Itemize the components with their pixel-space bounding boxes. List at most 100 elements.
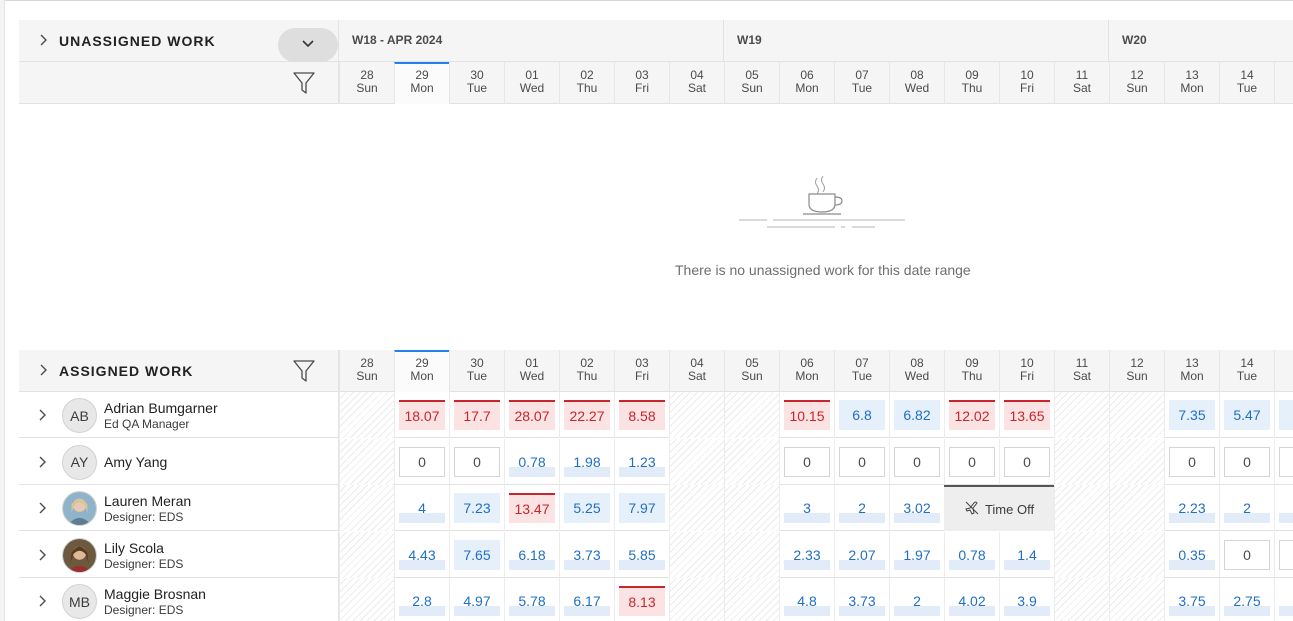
hours-cell[interactable]: 6.18	[504, 531, 559, 578]
hours-cell[interactable]: 0	[889, 438, 944, 485]
hours-cell[interactable]: 2.8	[394, 578, 449, 621]
time-off-block[interactable]: Time Off	[944, 485, 1054, 531]
hours-cell[interactable]: 18.07	[394, 392, 449, 438]
hours-cell[interactable]: 2.23	[1164, 485, 1219, 531]
hours-cell[interactable]: 4	[394, 485, 449, 531]
hours-value: 5.25	[564, 493, 610, 523]
hours-cell[interactable]: 2	[889, 578, 944, 621]
filter-icon[interactable]	[292, 359, 316, 383]
person-name[interactable]: Amy Yang	[104, 454, 167, 470]
hours-cell[interactable]: 5.25	[559, 485, 614, 531]
hours-cell[interactable]: 2	[834, 485, 889, 531]
hours-value: 13.47	[509, 493, 555, 523]
person-name[interactable]: Maggie Brosnan	[104, 586, 206, 602]
expand-row-icon[interactable]	[36, 501, 50, 515]
hours-cell[interactable]: 0	[449, 438, 504, 485]
hours-cell[interactable]: 6	[1274, 392, 1293, 438]
hours-value: 5.78	[509, 586, 555, 616]
hours-value: 2.07	[839, 539, 885, 570]
expand-row-icon[interactable]	[36, 408, 50, 422]
assigned-day-11: 11 Sat	[1054, 350, 1109, 392]
hours-cell[interactable]: 22.27	[559, 392, 614, 438]
hours-cell[interactable]: 3.73	[559, 531, 614, 578]
hours-cell[interactable]	[1274, 578, 1293, 621]
hours-cell[interactable]: 6.17	[559, 578, 614, 621]
hours-cell[interactable]: 4.8	[779, 578, 834, 621]
hours-cell[interactable]: 28.07	[504, 392, 559, 438]
hours-cell[interactable]: 3.73	[834, 578, 889, 621]
day-name: Mon	[410, 369, 434, 383]
hours-cell[interactable]: 6.8	[834, 392, 889, 438]
hours-cell[interactable]: 0.78	[504, 438, 559, 485]
hours-cell[interactable]: 2.33	[779, 531, 834, 578]
expand-assigned-icon[interactable]	[37, 363, 51, 377]
expand-row-icon[interactable]	[36, 594, 50, 608]
hours-value: 12.02	[949, 400, 995, 430]
hours-cell[interactable]: 2	[1219, 485, 1274, 531]
hours-cell[interactable]: 3.02	[889, 485, 944, 531]
hours-cell[interactable]: 12.02	[944, 392, 999, 438]
hours-cell[interactable]: 0	[999, 438, 1054, 485]
hours-cell[interactable]	[1274, 485, 1293, 531]
hours-value	[1279, 539, 1293, 570]
avatar: AB	[62, 398, 97, 433]
expand-row-icon[interactable]	[36, 548, 50, 562]
hours-cell[interactable]: 0	[1164, 438, 1219, 485]
hours-cell[interactable]: 7.97	[614, 485, 669, 531]
hours-cell[interactable]: 0	[834, 438, 889, 485]
hours-cell[interactable]: 0	[394, 438, 449, 485]
hours-cell[interactable]: 5.47	[1219, 392, 1274, 438]
unassigned-day-09: 09 Thu	[944, 62, 999, 104]
hours-cell[interactable]: 7.65	[449, 531, 504, 578]
hours-cell[interactable]: 3	[779, 485, 834, 531]
hours-cell[interactable]: 0.78	[944, 531, 999, 578]
hours-cell[interactable]: 0.35	[1164, 531, 1219, 578]
day-name: Wed	[519, 369, 545, 383]
avatar-initials: AY	[70, 454, 89, 470]
person-name[interactable]: Lily Scola	[104, 540, 164, 556]
person-name[interactable]: Lauren Meran	[104, 493, 191, 509]
hours-cell[interactable]: 13.65	[999, 392, 1054, 438]
hours-cell[interactable]	[1274, 531, 1293, 578]
hours-cell[interactable]: 4.43	[394, 531, 449, 578]
hours-cell[interactable]: 4.97	[449, 578, 504, 621]
hours-value: 22.27	[564, 400, 610, 430]
expand-unassigned-icon[interactable]	[37, 33, 51, 47]
top-divider	[0, 0, 1293, 1]
hours-cell[interactable]: 10.15	[779, 392, 834, 438]
hours-cell[interactable]: 7.23	[449, 485, 504, 531]
hours-cell[interactable]: 3.75	[1164, 578, 1219, 621]
hours-value: 13.65	[1004, 400, 1050, 430]
hours-cell[interactable]: 0	[1219, 531, 1274, 578]
weekend-cell	[1054, 485, 1109, 531]
hours-cell[interactable]: 3.9	[999, 578, 1054, 621]
filter-icon[interactable]	[292, 71, 316, 95]
hours-cell[interactable]: 1.4	[999, 531, 1054, 578]
weekend-cell	[1109, 485, 1164, 531]
hours-cell[interactable]: 1.97	[889, 531, 944, 578]
hours-cell[interactable]: 13.47	[504, 485, 559, 531]
hours-cell[interactable]: 5.85	[614, 531, 669, 578]
hours-cell[interactable]: 0	[1219, 438, 1274, 485]
weekend-cell	[1054, 438, 1109, 485]
hours-cell[interactable]: 2.07	[834, 531, 889, 578]
hours-cell[interactable]: 8.58	[614, 392, 669, 438]
hours-cell[interactable]: 1.23	[614, 438, 669, 485]
hours-cell[interactable]: 0	[779, 438, 834, 485]
hours-cell[interactable]	[1274, 438, 1293, 485]
hours-cell[interactable]: 0	[944, 438, 999, 485]
hours-cell[interactable]: 7.35	[1164, 392, 1219, 438]
hours-cell[interactable]: 6.82	[889, 392, 944, 438]
hours-cell[interactable]: 5.78	[504, 578, 559, 621]
unassigned-day-28: 28 Sun	[339, 62, 394, 104]
collapse-button[interactable]	[278, 28, 338, 62]
hours-cell[interactable]: 4.02	[944, 578, 999, 621]
expand-row-icon[interactable]	[36, 455, 50, 469]
hours-cell[interactable]: 8.13	[614, 578, 669, 621]
hours-cell[interactable]: 17.7	[449, 392, 504, 438]
hours-cell[interactable]: 2.75	[1219, 578, 1274, 621]
hours-cell[interactable]: 1.98	[559, 438, 614, 485]
person-name[interactable]: Adrian Bumgarner	[104, 400, 218, 416]
person-row: MB Maggie Brosnan Designer: EDS 2.8 4.97 5.78…	[19, 578, 1293, 621]
avatar-initials: MB	[69, 593, 90, 610]
